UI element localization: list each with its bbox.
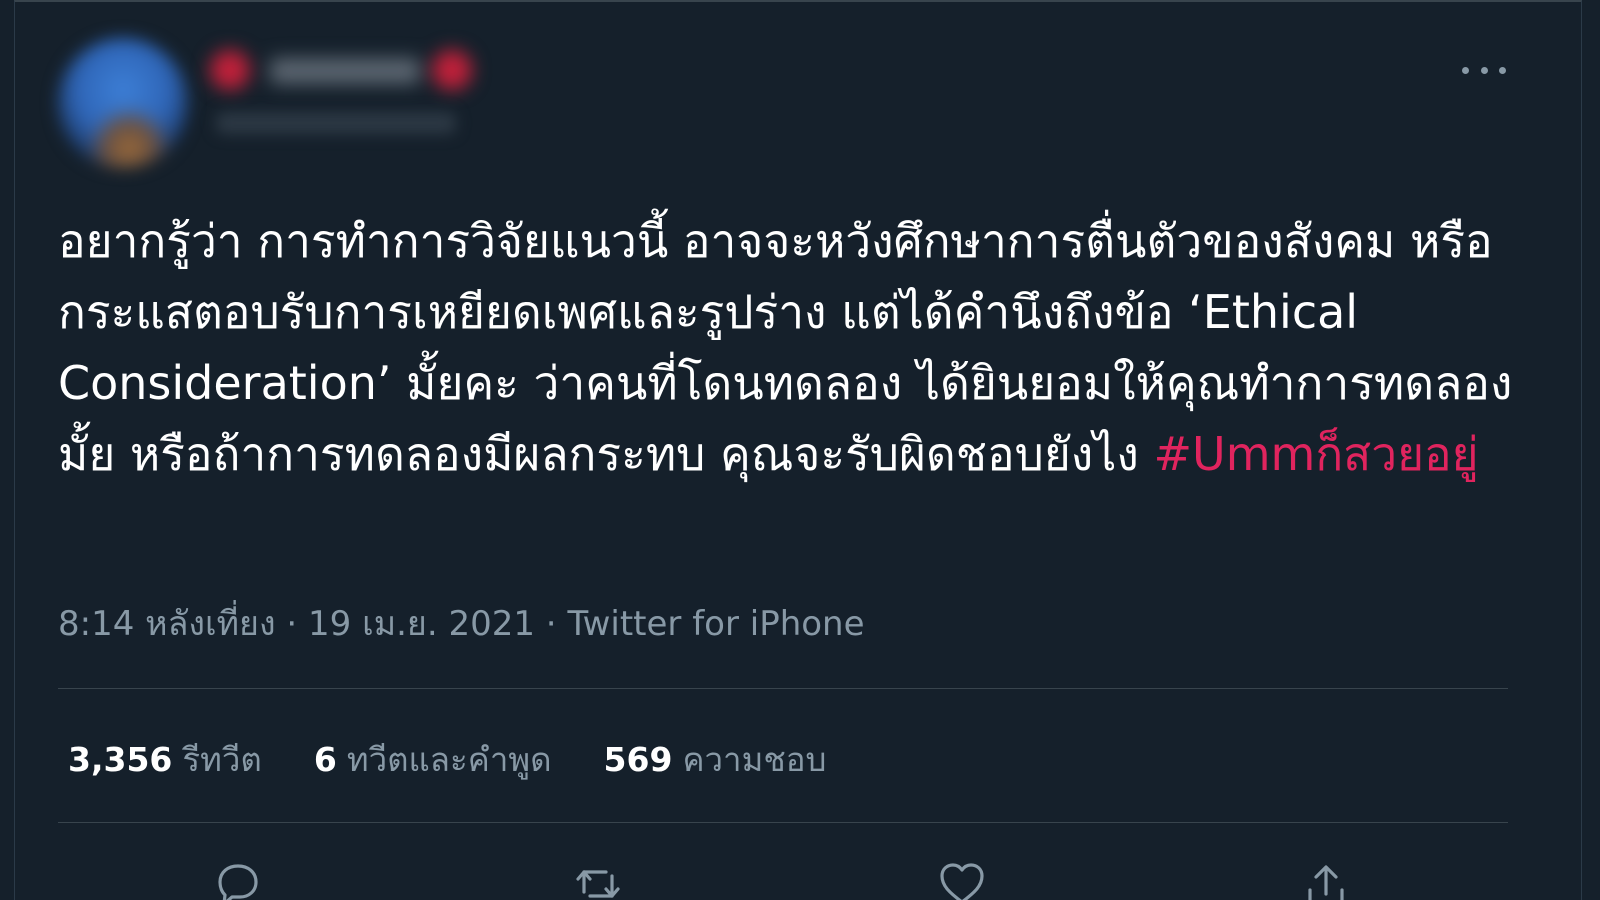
heart-icon[interactable] [934,856,990,900]
divider [58,822,1508,823]
tweet-date[interactable]: 19 เม.ย. 2021 [308,604,535,644]
reply-icon[interactable] [210,856,266,900]
retweets-label: รีทวีต [182,739,262,779]
engagement-stats: 3,356 รีทวีต 6 ทวีตและคำพูด 569 ความชอบ [68,734,879,784]
tweet-time[interactable]: 8:14 หลังเที่ยง [58,604,276,644]
retweets-stat[interactable]: 3,356 รีทวีต [68,733,262,786]
likes-count: 569 [603,739,673,779]
quotes-stat[interactable]: 6 ทวีตและคำพูด [314,733,552,786]
tweet-source[interactable]: Twitter for iPhone [567,604,864,644]
retweets-count: 3,356 [68,739,173,779]
quotes-count: 6 [313,739,337,779]
quotes-label: ทวีตและคำพูด [346,739,552,779]
divider [58,688,1508,689]
display-name-redacted[interactable] [210,44,480,98]
tweet-metadata: 8:14 หลังเที่ยง · 19 เม.ย. 2021 · Twitte… [58,600,865,648]
avatar[interactable] [58,38,188,168]
hashtag-link[interactable]: #Ummก็สวยอยู่ [1154,427,1479,481]
more-horizontal-icon[interactable] [1462,56,1506,84]
likes-stat[interactable]: 569 ความชอบ [604,733,827,786]
share-icon[interactable] [1298,856,1354,900]
meta-separator: · [275,604,309,644]
likes-label: ความชอบ [682,739,827,779]
meta-separator: · [535,604,568,644]
retweet-icon[interactable] [570,856,626,900]
tweet-text: อยากรู้ว่า การทำการวิจัยแนวนี้ อาจจะหวัง… [58,206,1518,490]
username-redacted[interactable] [216,112,456,134]
